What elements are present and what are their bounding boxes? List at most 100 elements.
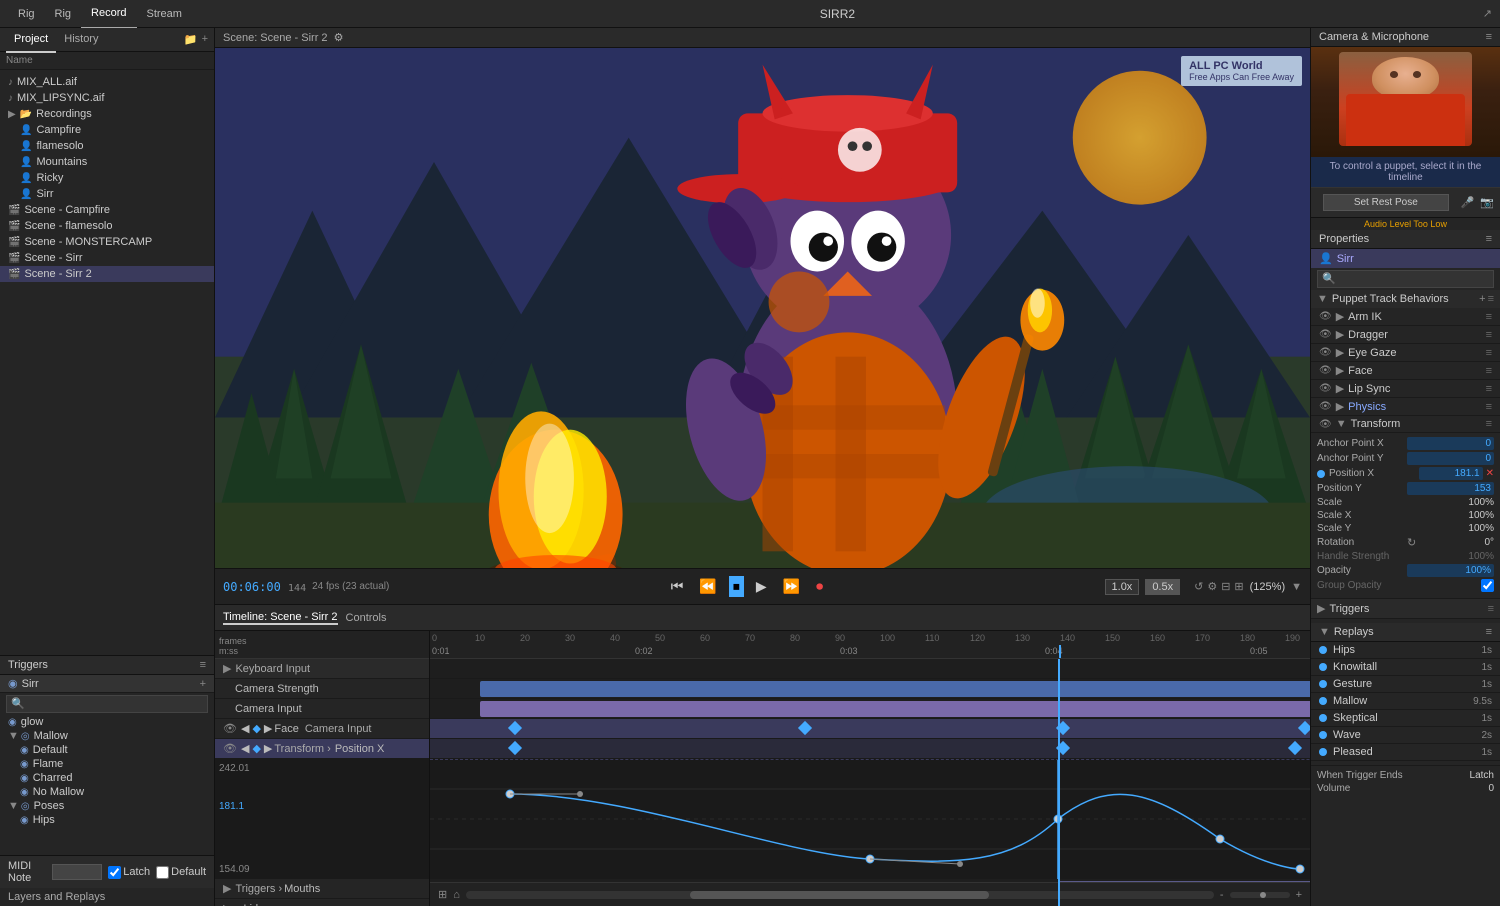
latch-label[interactable]: Latch xyxy=(108,866,150,879)
play-button[interactable]: ▶ xyxy=(752,576,771,597)
trigger-hips[interactable]: ◉ Hips xyxy=(0,813,214,827)
behavior-physics[interactable]: 👁 ▶ Physics ≡ xyxy=(1311,398,1500,416)
tree-item-mix-all[interactable]: ♪ MIX_ALL.aif xyxy=(0,74,214,90)
tree-item-mountains[interactable]: 👤 Mountains xyxy=(0,154,214,170)
default-label[interactable]: Default xyxy=(156,866,206,879)
prop-value[interactable]: 0° xyxy=(1418,537,1494,548)
trigger-mallow-group[interactable]: ▼ ◎ Mallow xyxy=(0,729,214,743)
keyframe-face-1[interactable] xyxy=(508,721,522,735)
trigger-glow[interactable]: ◉ glow xyxy=(0,715,214,729)
mic-icon[interactable]: 🎤 xyxy=(1461,196,1475,209)
remove-keyframe-btn[interactable]: ✕ xyxy=(1486,468,1494,479)
visibility-eye[interactable]: 👁 xyxy=(223,742,237,755)
eye-icon[interactable]: 👁 xyxy=(1319,401,1332,412)
behavior-dragger[interactable]: 👁 ▶ Dragger ≡ xyxy=(1311,326,1500,344)
speed-1x-btn[interactable]: 1.0x xyxy=(1105,579,1140,595)
expand-arrow[interactable]: ▶ xyxy=(1336,382,1344,395)
expand-arrow[interactable]: ▶ xyxy=(1336,364,1344,377)
tab-timeline[interactable]: Timeline: Scene - Sirr 2 xyxy=(223,611,338,625)
latch-checkbox[interactable] xyxy=(108,866,121,879)
expand-icon[interactable]: ▶ xyxy=(223,662,231,675)
scroll-thumb[interactable] xyxy=(690,891,989,899)
behavior-menu[interactable]: ≡ xyxy=(1486,383,1492,395)
prop-search-input[interactable] xyxy=(1317,270,1494,288)
replay-wave[interactable]: Wave 2s xyxy=(1311,727,1500,744)
behavior-menu[interactable]: ≡ xyxy=(1486,347,1492,359)
menu-record[interactable]: Record xyxy=(81,0,136,29)
tab-controls[interactable]: Controls xyxy=(346,612,387,624)
replay-knowitall[interactable]: Knowitall 1s xyxy=(1311,659,1500,676)
settings-icon[interactable]: ⚙ xyxy=(1207,580,1217,593)
group-opacity-checkbox[interactable] xyxy=(1481,579,1494,592)
properties-menu[interactable]: ≡ xyxy=(1486,233,1492,245)
clip-camera-strength[interactable] xyxy=(480,681,1310,697)
behavior-arm-ik[interactable]: 👁 ▶ Arm IK ≡ xyxy=(1311,308,1500,326)
when-trigger-value[interactable]: Latch xyxy=(1470,770,1494,781)
behavior-lip-sync[interactable]: 👁 ▶ Lip Sync ≡ xyxy=(1311,380,1500,398)
menu-rig[interactable]: Rig xyxy=(8,0,45,28)
behavior-eye-gaze[interactable]: 👁 ▶ Eye Gaze ≡ xyxy=(1311,344,1500,362)
behavior-menu[interactable]: ≡ xyxy=(1486,365,1492,377)
behavior-menu[interactable]: ≡ xyxy=(1486,418,1492,430)
triggers-behavior-header[interactable]: ▶ Triggers ≡ xyxy=(1311,599,1500,618)
stop-button[interactable]: ⏹ xyxy=(729,576,744,597)
home-icon[interactable]: ⌂ xyxy=(453,889,460,901)
tree-item-flamesolo[interactable]: 👤 flamesolo xyxy=(0,138,214,154)
tree-item-scene-campfire[interactable]: 🎬 Scene - Campfire xyxy=(0,202,214,218)
trigger-flame[interactable]: ◉ Flame xyxy=(0,757,214,771)
replay-mallow[interactable]: Mallow 9.5s xyxy=(1311,693,1500,710)
triggers-menu-icon[interactable]: ≡ xyxy=(1488,603,1494,615)
track-row-position-x[interactable] xyxy=(430,739,1310,759)
prop-value[interactable]: 153 xyxy=(1407,482,1494,495)
replays-menu[interactable]: ≡ xyxy=(1486,626,1492,638)
prop-value[interactable]: 100% xyxy=(1407,510,1494,521)
replay-pleased[interactable]: Pleased 1s xyxy=(1311,744,1500,761)
tree-item-ricky[interactable]: 👤 Ricky xyxy=(0,170,214,186)
zoom-out-icon[interactable]: - xyxy=(1220,889,1224,901)
tab-history[interactable]: History xyxy=(56,27,106,53)
expand-arrow[interactable]: ▼ xyxy=(1336,418,1347,430)
behaviors-add-icon[interactable]: + xyxy=(1479,293,1485,305)
behaviors-menu-icon[interactable]: ≡ xyxy=(1488,293,1494,305)
prop-value[interactable]: 0 xyxy=(1407,452,1494,465)
replay-hips[interactable]: Hips 1s xyxy=(1311,642,1500,659)
add-key-icon[interactable]: ◆ xyxy=(252,722,260,735)
keyframe-posx-3[interactable] xyxy=(1288,741,1302,755)
tree-item-scene-sirr2[interactable]: 🎬 Scene - Sirr 2 xyxy=(0,266,214,282)
new-item-icon[interactable]: + xyxy=(202,33,208,46)
expand-arrow[interactable]: ▶ xyxy=(1336,346,1344,359)
tab-project[interactable]: Project xyxy=(6,27,56,53)
prev-button[interactable]: ⏪ xyxy=(695,576,720,597)
eye-icon[interactable]: 👁 xyxy=(1319,311,1332,322)
speed-05x-btn[interactable]: 0.5x xyxy=(1145,579,1180,595)
prop-value[interactable]: 100% xyxy=(1407,551,1494,562)
zoom-chevron[interactable]: ▼ xyxy=(1291,581,1302,593)
rest-pose-button[interactable]: Set Rest Pose xyxy=(1323,194,1449,211)
tree-item-recordings[interactable]: ▶ 📂 Recordings xyxy=(0,106,214,122)
grid-icon[interactable]: ⊞ xyxy=(1234,580,1243,593)
menu-rig2[interactable]: Rig xyxy=(45,0,82,28)
tree-item-mix-lipsync[interactable]: ♪ MIX_LIPSYNC.aif xyxy=(0,90,214,106)
expand-arrow[interactable]: ▶ xyxy=(1336,328,1344,341)
expand-icon[interactable]: ▶ xyxy=(223,902,231,906)
menu-stream[interactable]: Stream xyxy=(137,0,192,28)
scene-settings-icon[interactable]: ⚙ xyxy=(334,31,344,44)
triggers-add-icon[interactable]: + xyxy=(200,678,206,690)
key-right-icon[interactable]: ▶ xyxy=(264,742,272,755)
behavior-face[interactable]: 👁 ▶ Face ≡ xyxy=(1311,362,1500,380)
expand-icon[interactable]: ▶ xyxy=(223,882,231,895)
zoom-slider[interactable] xyxy=(1230,892,1290,898)
default-checkbox[interactable] xyxy=(156,866,169,879)
prop-value[interactable]: 181.1 xyxy=(1419,467,1483,480)
keyframe-face-3[interactable] xyxy=(1056,721,1070,735)
visibility-eye[interactable]: 👁 xyxy=(223,722,237,735)
clip-camera-input[interactable] xyxy=(480,701,1310,717)
snap-icon[interactable]: ⊟ xyxy=(1221,580,1230,593)
keyframe-face-4[interactable] xyxy=(1298,721,1310,735)
replay-skeptical[interactable]: Skeptical 1s xyxy=(1311,710,1500,727)
zoom-in-icon[interactable]: + xyxy=(1296,889,1302,901)
trigger-default[interactable]: ◉ Default xyxy=(0,743,214,757)
triggers-search-input[interactable] xyxy=(6,695,208,713)
tree-item-scene-monstercamp[interactable]: 🎬 Scene - MONSTERCAMP xyxy=(0,234,214,250)
prop-value[interactable]: 0 xyxy=(1407,437,1494,450)
